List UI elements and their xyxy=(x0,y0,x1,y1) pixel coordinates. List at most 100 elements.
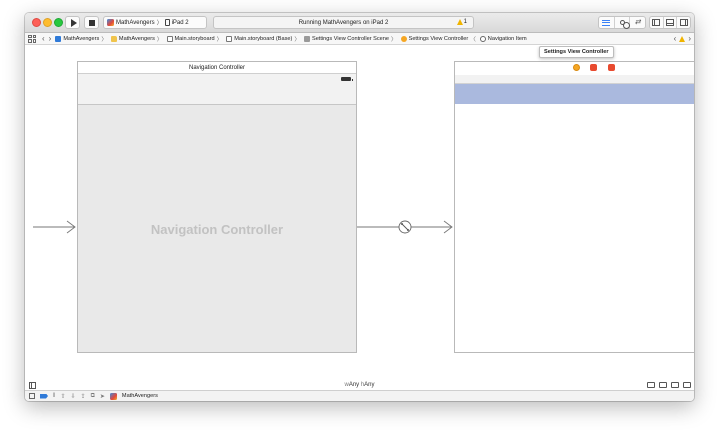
view-controller-icon xyxy=(400,35,407,42)
pin-icon[interactable] xyxy=(671,382,679,388)
relationship-segue-icon[interactable] xyxy=(398,220,412,234)
chevron-right-icon: 〉 xyxy=(390,36,397,43)
debug-target-label[interactable]: MathAvengers xyxy=(122,393,158,399)
scheme-device-label: iPad 2 xyxy=(171,19,189,26)
align-icon[interactable] xyxy=(647,382,655,388)
breadcrumb-view-controller[interactable]: Settings View Controller 〈 xyxy=(400,35,476,43)
back-chevron-icon[interactable]: ‹ xyxy=(42,34,45,43)
breadcrumb-label: MathAvengers xyxy=(63,35,100,42)
breadcrumb-label: Navigation Item xyxy=(487,35,527,42)
stack-icon[interactable] xyxy=(659,382,667,388)
ipad-device-icon xyxy=(164,19,170,26)
standard-editor-icon xyxy=(602,19,611,26)
navigator-toggle-button[interactable] xyxy=(650,17,664,28)
chevron-right-icon: 〉 xyxy=(156,36,163,43)
navigation-bar[interactable] xyxy=(78,74,356,105)
settings-view-controller-scene[interactable] xyxy=(454,61,694,353)
chevron-right-icon: 〉 xyxy=(156,21,163,27)
minimize-button[interactable] xyxy=(43,18,52,27)
first-responder-icon[interactable] xyxy=(590,64,597,71)
breadcrumb-label: Settings View Controller xyxy=(408,35,469,42)
step-out-icon[interactable]: ⇪ xyxy=(81,393,86,400)
breadcrumb-group[interactable]: MathAvengers 〉 xyxy=(110,35,163,43)
navigation-bar[interactable] xyxy=(455,75,694,84)
pause-icon[interactable]: ‖ xyxy=(53,393,55,399)
location-icon[interactable]: ➤ xyxy=(100,393,105,400)
editor-mode-control: ⇄ xyxy=(598,16,646,29)
run-button[interactable] xyxy=(65,16,80,29)
project-icon xyxy=(55,35,62,42)
version-editor-button[interactable]: ⇄ xyxy=(630,17,645,28)
chevron-left-icon: 〈 xyxy=(470,36,476,43)
utilities-toggle-button[interactable] xyxy=(677,17,690,28)
stop-button[interactable] xyxy=(84,16,99,29)
breakpoints-icon[interactable] xyxy=(40,393,48,399)
view-toggle-control xyxy=(649,16,691,29)
debug-area-toggle-button[interactable] xyxy=(664,17,678,28)
app-icon xyxy=(107,19,114,26)
warning-icon xyxy=(456,19,463,25)
view-hierarchy-icon[interactable]: ⧉ xyxy=(91,393,95,400)
warning-icon[interactable] xyxy=(679,36,686,42)
size-class-selector[interactable]: wAny hAny xyxy=(25,382,694,388)
tooltip: Settings View Controller xyxy=(539,46,614,58)
standard-editor-button[interactable] xyxy=(599,17,615,28)
toolbar: MathAvengers 〉 iPad 2 Running MathAvenge… xyxy=(25,13,694,33)
breadcrumb-scene[interactable]: Settings View Controller Scene 〉 xyxy=(303,35,397,43)
scene-icon xyxy=(303,35,310,42)
height-class: Any xyxy=(364,382,375,388)
selected-navigation-item[interactable] xyxy=(455,84,694,104)
close-button[interactable] xyxy=(32,18,41,27)
scene-dock xyxy=(455,62,694,75)
breadcrumb-label: Main.storyboard xyxy=(174,35,215,42)
battery-icon xyxy=(341,77,353,81)
next-issue-icon[interactable]: › xyxy=(688,35,691,43)
navigation-item-icon xyxy=(479,35,486,42)
scene-title[interactable]: Navigation Controller xyxy=(78,62,356,74)
debug-bar: ‖ ⇧ ⇩ ⇪ ⧉ ➤ MathAvengers xyxy=(25,390,694,401)
assistant-editor-icon xyxy=(619,20,630,29)
chevron-right-icon: 〉 xyxy=(101,36,107,43)
exit-icon[interactable] xyxy=(608,64,615,71)
scheme-selector[interactable]: MathAvengers 〉 iPad 2 xyxy=(103,16,207,29)
step-in-icon[interactable]: ⇩ xyxy=(71,393,76,400)
breadcrumb-project[interactable]: MathAvengers 〉 xyxy=(55,35,107,43)
layout-tools xyxy=(647,382,691,388)
version-editor-icon: ⇄ xyxy=(634,19,641,26)
resolve-issues-icon[interactable] xyxy=(683,382,691,388)
storyboard-icon xyxy=(166,35,173,42)
issue-navigation: ‹ › xyxy=(674,35,691,43)
breadcrumb-label: MathAvengers xyxy=(118,35,155,42)
right-panel-icon xyxy=(679,19,688,26)
scheme-app-label: MathAvengers xyxy=(116,19,155,26)
view-controller-icon[interactable] xyxy=(573,64,580,71)
related-items-icon[interactable] xyxy=(28,34,36,43)
assistant-editor-button[interactable] xyxy=(615,17,631,29)
hide-debug-area-icon[interactable] xyxy=(29,393,35,399)
forward-chevron-icon[interactable]: › xyxy=(49,34,52,43)
left-panel-icon xyxy=(652,19,661,26)
breadcrumb-label: Settings View Controller Scene xyxy=(311,35,389,42)
breadcrumb-label: Main.storyboard (Base) xyxy=(234,35,293,42)
storyboard-canvas[interactable]: Navigation Controller Navigation Control… xyxy=(25,46,694,385)
navigation-controller-scene[interactable]: Navigation Controller Navigation Control… xyxy=(77,61,357,353)
activity-status: Running MathAvengers on iPad 2 xyxy=(298,19,389,26)
chevron-right-icon: 〉 xyxy=(216,36,223,43)
folder-icon xyxy=(110,35,117,42)
storyboard-icon xyxy=(226,35,233,42)
zoom-button[interactable] xyxy=(54,18,63,27)
previous-issue-icon[interactable]: ‹ xyxy=(674,35,677,43)
step-over-icon[interactable]: ⇧ xyxy=(60,393,65,400)
play-icon xyxy=(70,18,77,27)
breadcrumb-navigation-item[interactable]: Navigation Item xyxy=(479,35,527,42)
breadcrumb-storyboard-base[interactable]: Main.storyboard (Base) 〉 xyxy=(226,35,300,43)
stop-icon xyxy=(88,19,95,26)
navigation-controller-body: Navigation Controller xyxy=(78,106,356,352)
app-icon xyxy=(109,392,117,400)
warning-indicator[interactable]: 1 xyxy=(456,19,467,25)
chevron-right-icon: 〉 xyxy=(294,36,300,43)
placeholder-label: Navigation Controller xyxy=(150,221,284,237)
jump-bar: ‹ › MathAvengers 〉 MathAvengers 〉 Main.s… xyxy=(25,33,694,45)
breadcrumb-storyboard[interactable]: Main.storyboard 〉 xyxy=(166,35,223,43)
xcode-window: MathAvengers 〉 iPad 2 Running MathAvenge… xyxy=(25,13,694,401)
